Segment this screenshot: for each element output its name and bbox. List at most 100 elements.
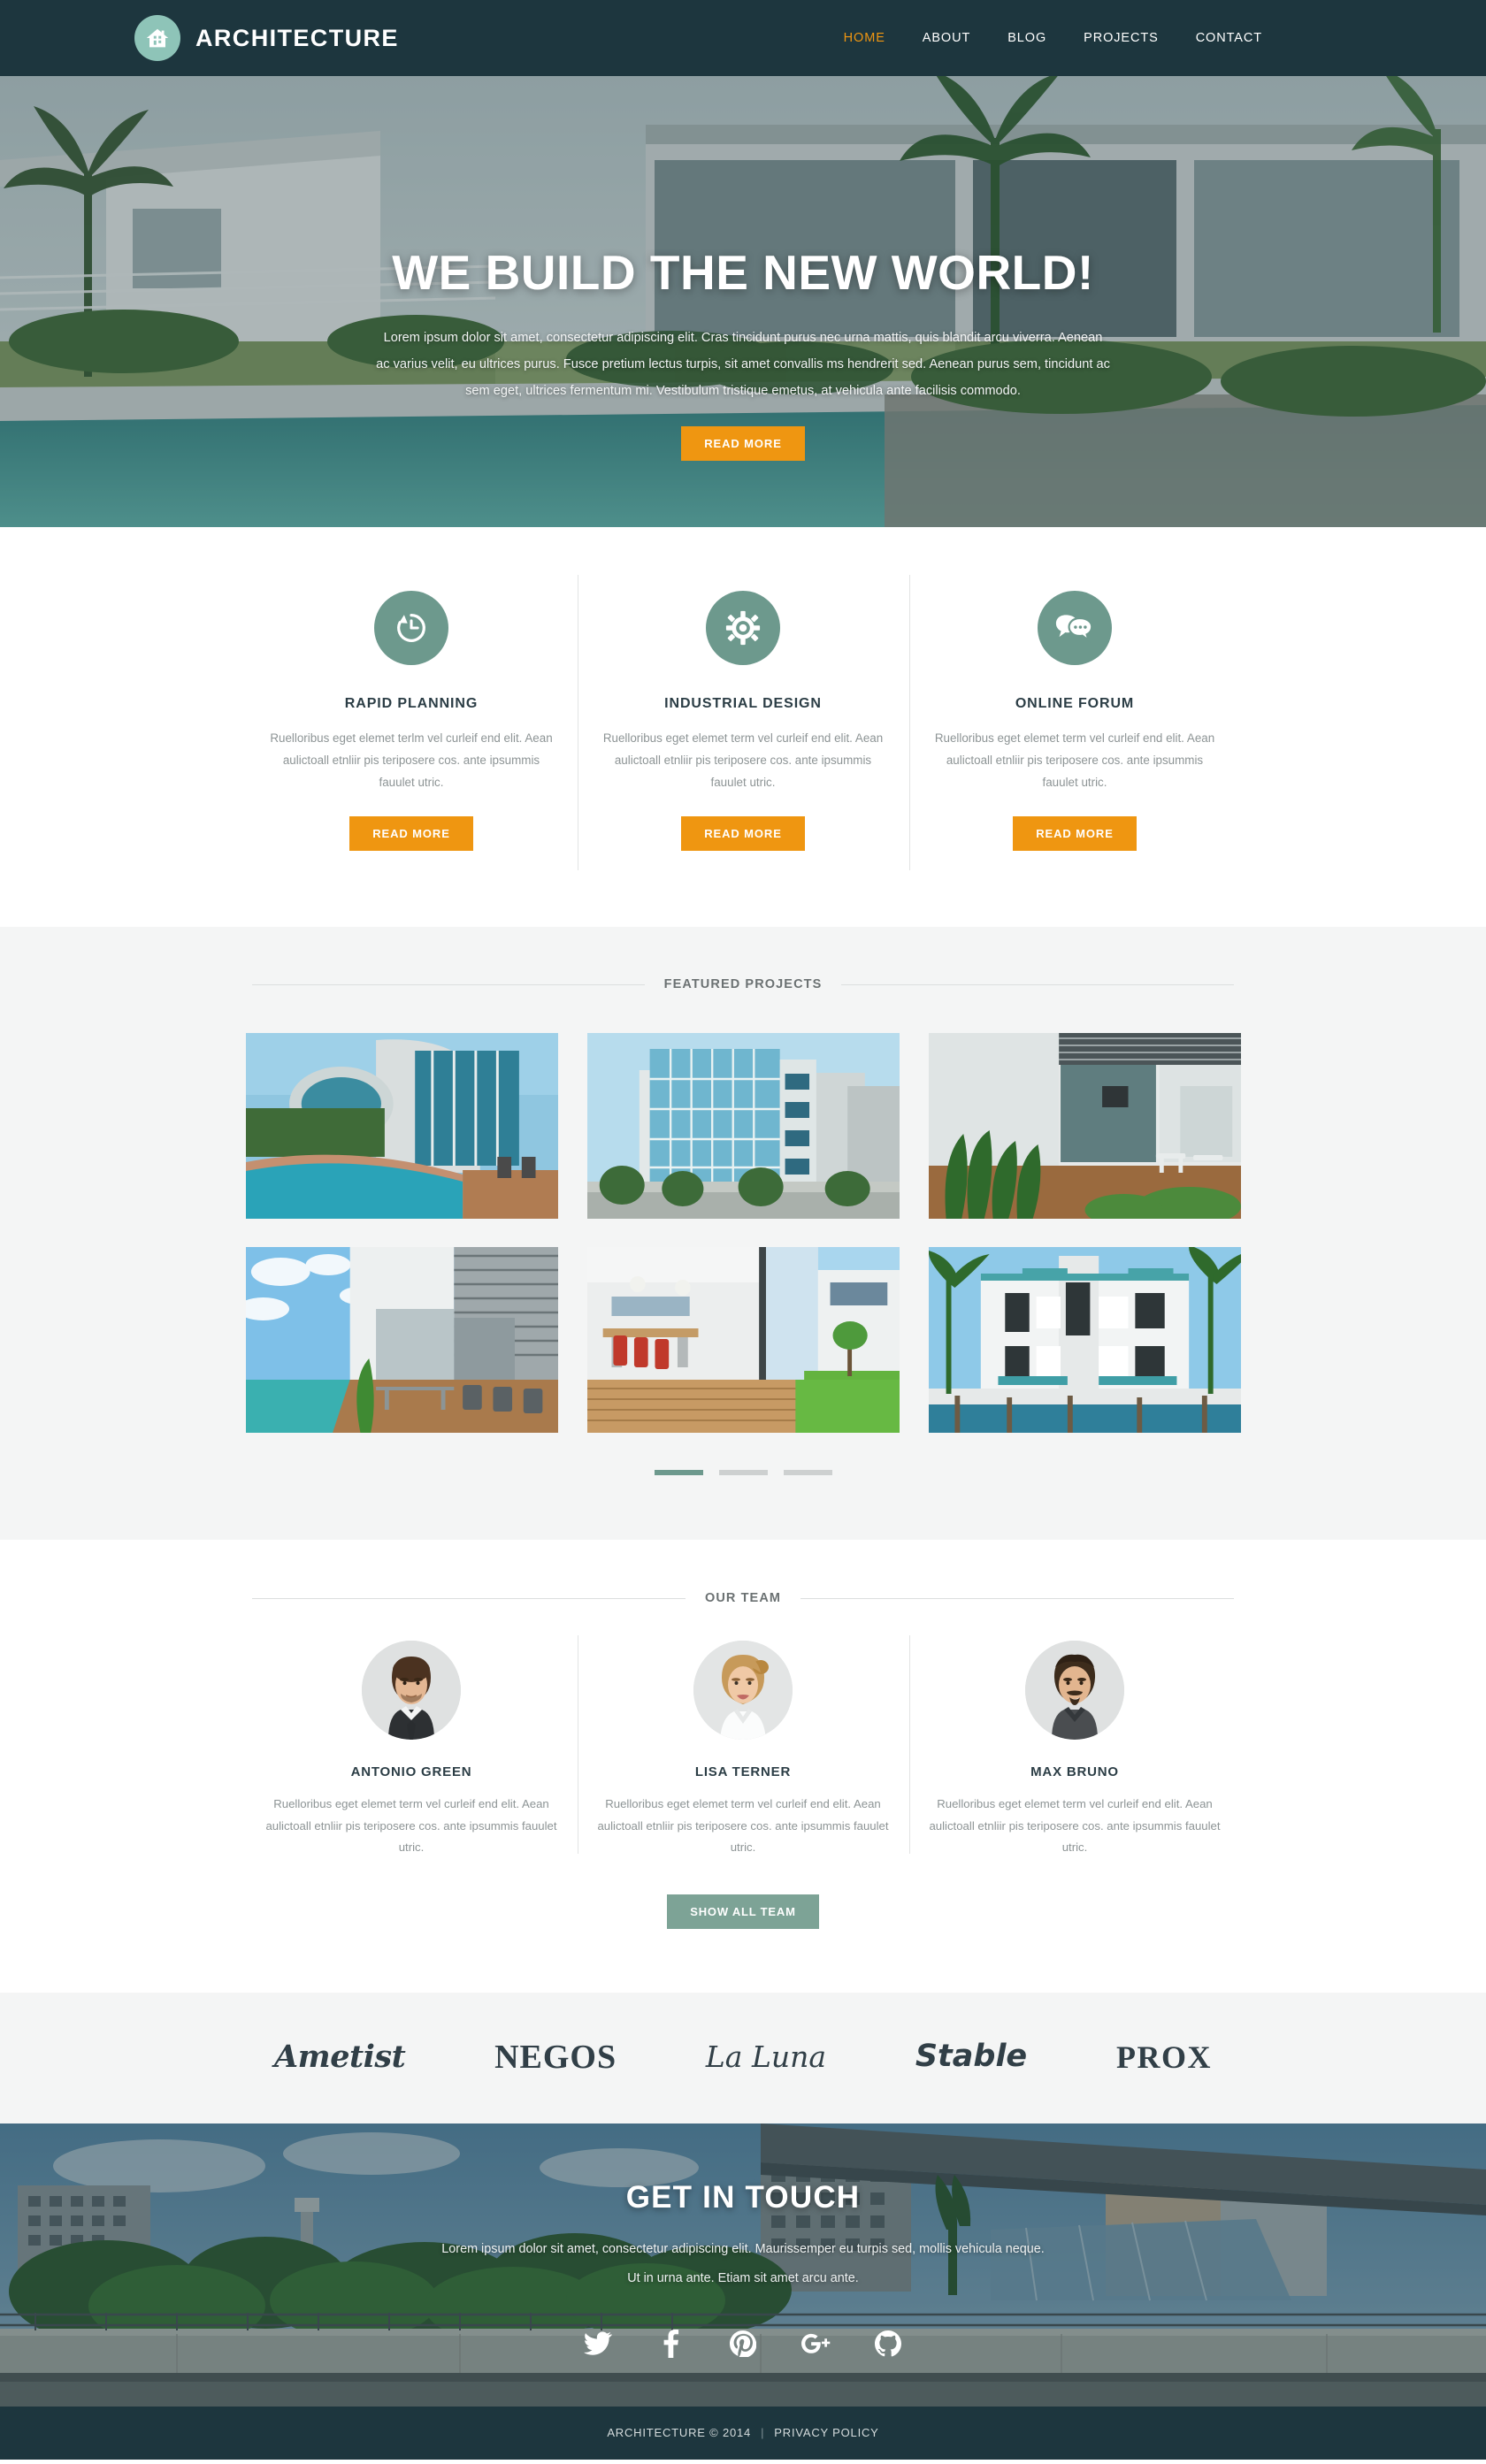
service-title: INDUSTRIAL DESIGN — [664, 696, 822, 711]
brand-logo-negos[interactable]: NEGOS — [494, 2040, 617, 2074]
brand-logo-prox[interactable]: PROX — [1116, 2041, 1212, 2073]
team-member-card: ANTONIO GREEN Ruelloribus eget elemet te… — [246, 1641, 578, 1858]
service-description: Ruelloribus eget elemet term vel curleif… — [602, 731, 884, 789]
clock-history-icon — [374, 591, 448, 665]
brand-logos-row: Ametist NEGOS La Luna Stable PROX — [221, 2040, 1265, 2074]
avatar — [1025, 1641, 1124, 1741]
brand-logo-stable[interactable]: Stable — [915, 2041, 1027, 2072]
contact-title: GET IN TOUCH — [625, 2179, 861, 2215]
team-member-description: Ruelloribus eget elemet term vel curleif… — [929, 1797, 1221, 1855]
brand-logo-link[interactable]: ARCHITECTURE — [134, 15, 399, 61]
hero-paragraph: Lorem ipsum dolor sit amet, consectetur … — [376, 331, 1110, 398]
team-heading: OUR TEAM — [252, 1591, 1235, 1605]
nav-item-home[interactable]: HOME — [825, 24, 904, 52]
team-member-name: ANTONIO GREEN — [350, 1764, 472, 1780]
hero-title: WE BUILD THE NEW WORLD! — [392, 245, 1094, 300]
pagination-bar-1[interactable] — [654, 1470, 703, 1476]
hero-banner: WE BUILD THE NEW WORLD! Lorem ipsum dolo… — [0, 76, 1486, 527]
team-section: OUR TEAM ANTONIO GREEN Ruelloribus eget … — [0, 1540, 1486, 1993]
nav-item-blog[interactable]: BLOG — [989, 24, 1065, 52]
brand-logos-section: Ametist NEGOS La Luna Stable PROX — [0, 1992, 1486, 2123]
hero-read-more-button[interactable]: READ MORE — [681, 425, 805, 461]
featured-projects-section: FEATURED PROJECTS — [0, 927, 1486, 1541]
service-cta-wrapper: READ MORE — [931, 816, 1220, 852]
brand-name: ARCHITECTURE — [195, 24, 399, 51]
project-thumbnail[interactable] — [928, 1033, 1241, 1220]
header-inner: ARCHITECTURE HOME ABOUT BLOG PROJECTS CO… — [124, 15, 1362, 61]
service-read-more-button[interactable]: READ MORE — [349, 816, 473, 852]
avatar — [693, 1641, 793, 1741]
service-cta-wrapper: READ MORE — [267, 816, 556, 852]
service-cta-wrapper: READ MORE — [599, 816, 888, 852]
twitter-icon[interactable] — [581, 2327, 615, 2361]
footer-text: ARCHITECTURE © 2014 | PRIVACY POLICY — [607, 2426, 878, 2439]
contact-paragraph-line-1: Lorem ipsum dolor sit amet, consectetur … — [441, 2241, 1045, 2256]
github-icon[interactable] — [871, 2327, 905, 2361]
nav-item-about[interactable]: ABOUT — [904, 24, 989, 52]
team-member-name: MAX BRUNO — [1030, 1764, 1119, 1780]
pagination-bar-3[interactable] — [783, 1470, 832, 1476]
contact-paragraph-line-2: Ut in urna ante. Etiam sit amet arcu ant… — [627, 2270, 859, 2285]
blonde-woman-white-shirt-photo — [693, 1641, 793, 1741]
services-row: RAPID PLANNING Ruelloribus eget elemet t… — [246, 574, 1241, 871]
heading-rule-right — [800, 1597, 1235, 1599]
service-title: RAPID PLANNING — [344, 696, 479, 711]
facebook-icon[interactable] — [654, 2327, 687, 2361]
service-card-rapid-planning: RAPID PLANNING Ruelloribus eget elemet t… — [246, 591, 578, 852]
hero-cta-wrapper: READ MORE — [363, 425, 1123, 461]
service-description: Ruelloribus eget elemet terlm vel curlei… — [270, 731, 553, 789]
pinterest-icon[interactable] — [726, 2327, 760, 2361]
project-thumbnail[interactable] — [245, 1033, 558, 1220]
waterfront-white-villa-image — [928, 1247, 1241, 1434]
nav-item-contact[interactable]: CONTACT — [1177, 24, 1281, 52]
team-member-card: LISA TERNER Ruelloribus eget elemet term… — [577, 1635, 909, 1858]
heading-rule-right — [841, 983, 1235, 985]
heading-rule-left — [252, 1597, 686, 1599]
service-card-online-forum: ONLINE FORUM Ruelloribus eget elemet ter… — [908, 574, 1241, 871]
project-thumbnail[interactable] — [586, 1247, 900, 1434]
lap-pool-terrace-house-image — [245, 1247, 558, 1434]
nav-item-projects[interactable]: PROJECTS — [1065, 24, 1177, 52]
open-plan-dining-room-image — [586, 1247, 900, 1434]
social-links — [310, 2327, 1176, 2361]
service-card-industrial-design: INDUSTRIAL DESIGN Ruelloribus eget eleme… — [577, 574, 909, 871]
team-member-description: Ruelloribus eget elemet term vel curleif… — [597, 1797, 889, 1855]
hero-content: WE BUILD THE NEW WORLD! Lorem ipsum dolo… — [363, 76, 1123, 461]
team-grid: ANTONIO GREEN Ruelloribus eget elemet te… — [246, 1635, 1241, 1858]
site-footer: ARCHITECTURE © 2014 | PRIVACY POLICY — [0, 2406, 1486, 2460]
avatar — [362, 1641, 461, 1741]
projects-carousel-pagination — [0, 1470, 1486, 1476]
show-all-team-button[interactable]: SHOW ALL TEAM — [667, 1894, 819, 1929]
pagination-bar-2[interactable] — [718, 1470, 768, 1476]
house-icon — [134, 15, 180, 61]
brand-logo-ametist[interactable]: Ametist — [274, 2041, 406, 2072]
contact-paragraph: Lorem ipsum dolor sit amet, consectetur … — [310, 2235, 1176, 2293]
privacy-policy-link[interactable]: PRIVACY POLICY — [774, 2426, 878, 2439]
page-root: ARCHITECTURE HOME ABOUT BLOG PROJECTS CO… — [0, 0, 1486, 2460]
service-read-more-button[interactable]: READ MORE — [1013, 816, 1137, 852]
chat-bubbles-icon — [1038, 591, 1112, 665]
service-description: Ruelloribus eget elemet term vel curleif… — [934, 731, 1215, 789]
team-member-description: Ruelloribus eget elemet term vel curleif… — [265, 1797, 557, 1855]
team-member-name: LISA TERNER — [694, 1764, 792, 1780]
get-in-touch-section: GET IN TOUCH Lorem ipsum dolor sit amet,… — [0, 2123, 1486, 2407]
main-navigation: HOME ABOUT BLOG PROJECTS CONTACT — [825, 24, 1281, 52]
project-thumbnail[interactable] — [245, 1247, 558, 1434]
heading-rule-left — [252, 983, 645, 985]
glass-office-tower-image — [586, 1033, 900, 1220]
project-thumbnail[interactable] — [586, 1033, 900, 1220]
man-in-suit-and-tie-photo — [362, 1641, 461, 1741]
brand-logo-la-luna[interactable]: La Luna — [706, 2042, 826, 2071]
gear-icon — [706, 591, 780, 665]
google-plus-icon[interactable] — [799, 2327, 832, 2361]
footer-copyright: ARCHITECTURE © 2014 — [607, 2426, 752, 2440]
services-section: RAPID PLANNING Ruelloribus eget elemet t… — [0, 527, 1486, 928]
service-read-more-button[interactable]: READ MORE — [681, 816, 805, 852]
section-title: FEATURED PROJECTS — [663, 977, 823, 992]
patio-with-tropical-plants-image — [928, 1033, 1241, 1220]
site-header: ARCHITECTURE HOME ABOUT BLOG PROJECTS CO… — [0, 0, 1486, 76]
team-member-card: MAX BRUNO Ruelloribus eget elemet term v… — [908, 1635, 1241, 1858]
project-thumbnail[interactable] — [928, 1247, 1241, 1434]
contact-content: GET IN TOUCH Lorem ipsum dolor sit amet,… — [310, 2123, 1176, 2361]
service-title: ONLINE FORUM — [1015, 696, 1135, 711]
